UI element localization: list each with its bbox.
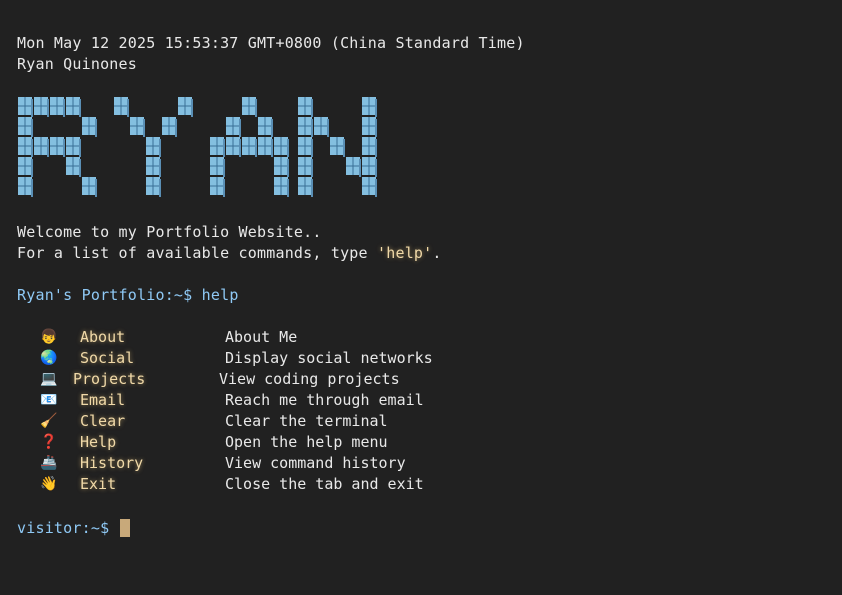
help-description: View coding projects: [219, 370, 400, 388]
ship-icon: 🚢: [40, 455, 58, 471]
wave-icon: 👋: [40, 476, 58, 492]
broom-icon: 🧹: [40, 413, 58, 429]
owner-name: Ryan Quinones: [17, 55, 137, 73]
help-description: Open the help menu: [225, 433, 388, 451]
help-description: Display social networks: [225, 349, 433, 367]
banner-letter-n: [298, 97, 377, 197]
welcome-line: Welcome to my Portfolio Website..: [17, 223, 322, 241]
help-command-clear[interactable]: Clear: [80, 411, 125, 432]
help-row-exit: 👋 Exit Close the tab and exit: [0, 474, 842, 495]
hint-suffix: .: [432, 244, 442, 262]
hint-command: 'help': [377, 244, 433, 262]
input-line[interactable]: visitor:~$: [17, 518, 130, 539]
person-icon: 👦: [40, 329, 58, 345]
help-row-clear: 🧹 Clear Clear the terminal: [0, 411, 842, 432]
previous-command-line: Ryan's Portfolio:~$ help: [17, 285, 239, 306]
terminal-window[interactable]: Mon May 12 2025 15:53:37 GMT+0800 (China…: [0, 0, 842, 595]
banner-letter-a: [210, 97, 289, 197]
help-command-exit[interactable]: Exit: [80, 474, 116, 495]
help-row-email: 📧 Email Reach me through email: [0, 390, 842, 411]
globe-icon: 🌏: [40, 350, 58, 366]
text-cursor: [119, 519, 130, 537]
hint-prefix: For a list of available commands, type: [17, 244, 377, 262]
help-row-about: 👦 About About Me: [0, 327, 842, 348]
help-row-projects: 💻 Projects View coding projects: [0, 369, 842, 390]
ascii-banner: [17, 96, 397, 201]
banner-graphic: [18, 97, 377, 197]
hint-line: For a list of available commands, type '…: [17, 243, 442, 264]
laptop-icon: 💻: [40, 371, 58, 387]
banner-letter-r: [18, 97, 97, 197]
help-command-history[interactable]: History: [80, 453, 143, 474]
help-row-history: 🚢 History View command history: [0, 453, 842, 474]
help-command-social[interactable]: Social: [80, 348, 134, 369]
email-icon: 📧: [40, 392, 58, 408]
help-description: About Me: [225, 328, 298, 346]
help-description: Close the tab and exit: [225, 475, 424, 493]
previous-prompt: Ryan's Portfolio:~$: [17, 286, 193, 304]
datetime-line: Mon May 12 2025 15:53:37 GMT+0800 (China…: [17, 34, 525, 52]
help-command-email[interactable]: Email: [80, 390, 125, 411]
help-description: View command history: [225, 454, 406, 472]
previous-command: help: [201, 286, 239, 304]
banner-letter-y: [114, 97, 193, 197]
help-row-help: ❓ Help Open the help menu: [0, 432, 842, 453]
question-icon: ❓: [40, 434, 58, 450]
help-command-help[interactable]: Help: [80, 432, 116, 453]
help-row-social: 🌏 Social Display social networks: [0, 348, 842, 369]
current-prompt: visitor:~$: [17, 519, 110, 537]
help-description: Reach me through email: [225, 391, 424, 409]
help-command-about[interactable]: About: [80, 327, 125, 348]
help-command-projects[interactable]: Projects: [73, 369, 145, 390]
help-description: Clear the terminal: [225, 412, 388, 430]
